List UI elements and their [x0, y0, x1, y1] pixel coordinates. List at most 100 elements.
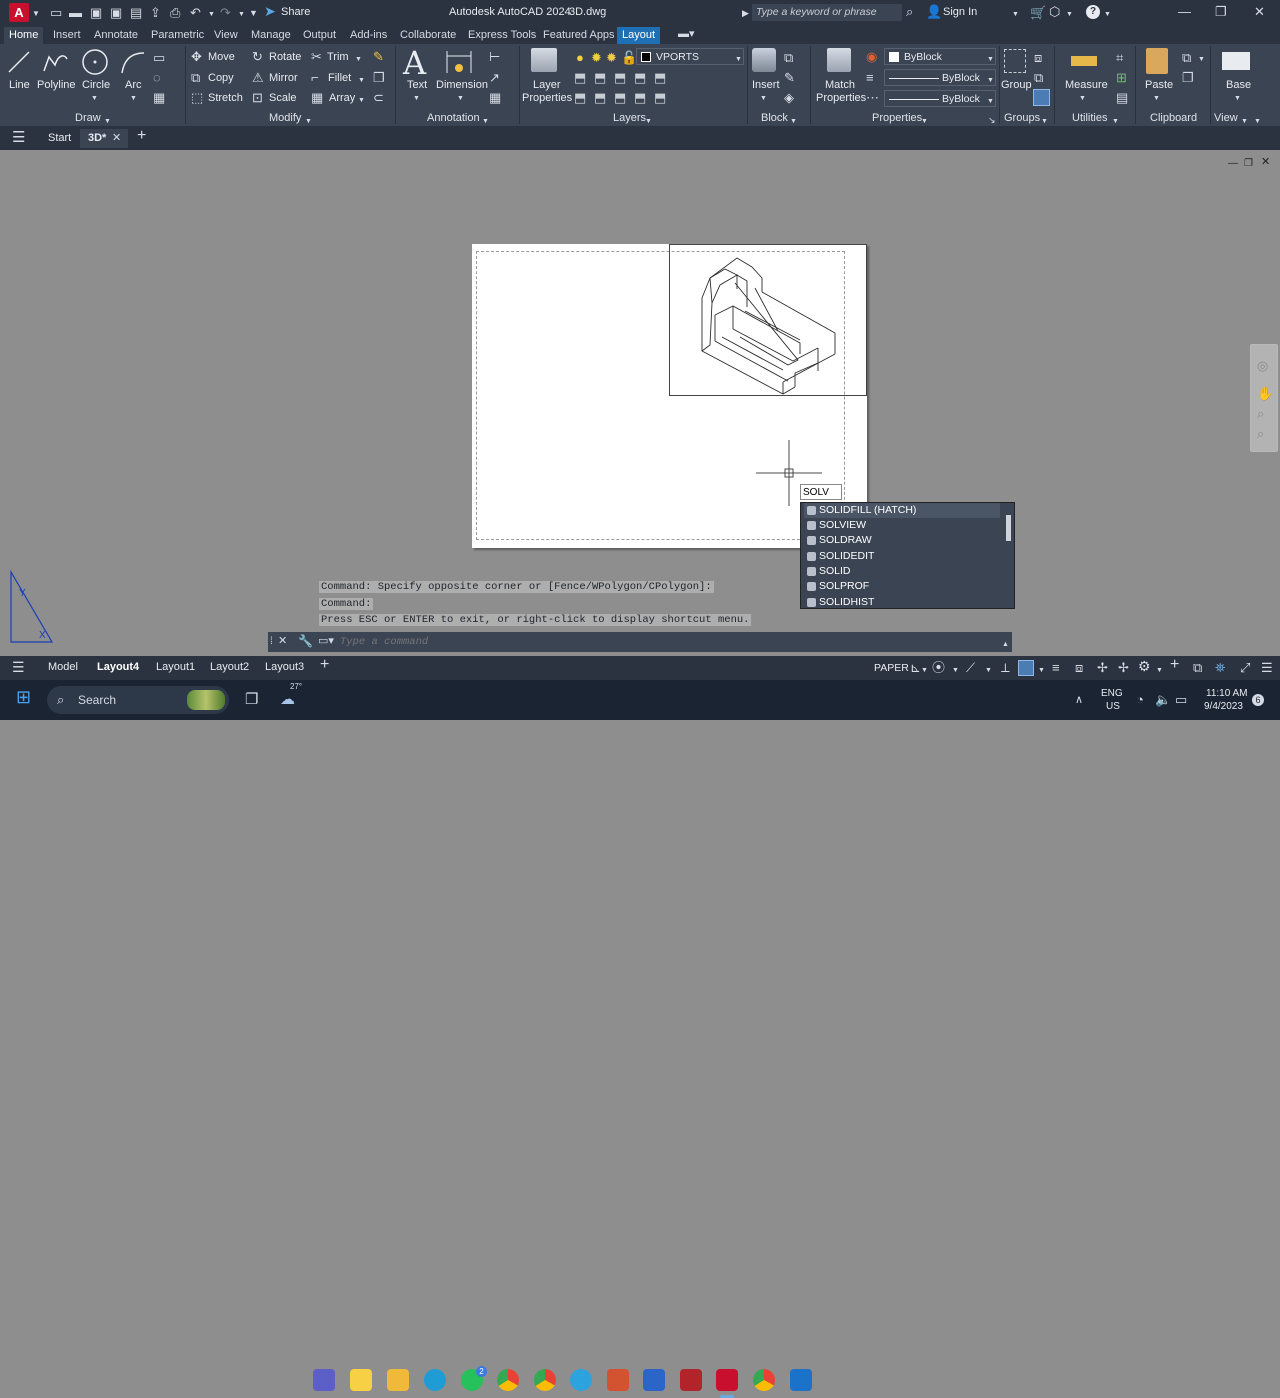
paste-button[interactable]: Paste — [1145, 79, 1173, 91]
layer-tool-9-icon[interactable]: ⬒ — [634, 91, 646, 104]
autocomplete-item[interactable]: SOLID — [804, 564, 1000, 579]
isolate-objects-icon[interactable]: ⛯ — [1215, 661, 1225, 674]
pan-icon[interactable]: ✋ — [1257, 387, 1273, 400]
search-field[interactable]: Type a keyword or phrase — [752, 4, 902, 21]
draw-group-label[interactable]: Draw — [75, 112, 101, 124]
open-file-icon[interactable]: ▬ — [69, 6, 82, 19]
layer-tool-7-icon[interactable]: ⬒ — [594, 91, 606, 104]
taskbar-search[interactable]: ⌕ Search — [47, 686, 229, 714]
file-tab-current[interactable]: 3D* ✕ — [80, 129, 128, 148]
tab-collaborate[interactable]: Collaborate — [395, 27, 461, 44]
hardware-accel-icon[interactable]: ⧉ — [1193, 661, 1202, 674]
dimension-caret-icon[interactable]: ▼ — [457, 92, 464, 105]
copy-button[interactable]: Copy — [208, 72, 234, 84]
base-caret-icon[interactable]: ▼ — [1234, 92, 1241, 105]
layer-viewport-freeze-icon[interactable]: ✹ — [606, 51, 617, 64]
qat-customize-icon[interactable]: ▼ — [249, 7, 258, 20]
tab-insert[interactable]: Insert — [48, 27, 86, 44]
rotate-icon[interactable]: ↻ — [252, 50, 263, 63]
dimension-button[interactable]: Dimension — [436, 79, 488, 91]
array-icon[interactable]: ▦ — [311, 91, 323, 104]
model-space-icon[interactable]: ⧈ — [1075, 661, 1083, 674]
copy-clip-caret-icon[interactable]: ▼ — [1198, 53, 1205, 66]
layer-tool-2-icon[interactable]: ⬒ — [594, 71, 606, 84]
layer-tool-3-icon[interactable]: ⬒ — [614, 71, 626, 84]
tab-annotate[interactable]: Annotate — [89, 27, 143, 44]
autocomplete-item[interactable]: SOLVIEW — [804, 518, 1000, 533]
rotate-button[interactable]: Rotate — [269, 51, 301, 63]
erase-icon[interactable]: ✎ — [373, 50, 384, 63]
base-button[interactable]: Base — [1226, 79, 1251, 91]
mirror-button[interactable]: Mirror — [269, 72, 298, 84]
paper-space-toggle[interactable]: PAPER — [874, 662, 909, 674]
trim-button[interactable]: Trim — [327, 51, 349, 63]
id-point-icon[interactable]: ⊞ — [1116, 71, 1127, 84]
sign-in-button[interactable]: Sign In — [943, 6, 977, 18]
paste-icon[interactable] — [1146, 48, 1168, 74]
word-icon[interactable] — [643, 1369, 665, 1391]
autodesk-app-icon[interactable]: ⬡ — [1049, 5, 1060, 18]
layer-tool-1-icon[interactable]: ⬒ — [574, 71, 586, 84]
autocomplete-item[interactable]: SOLIDFILL (HATCH) — [804, 503, 1000, 518]
table-icon[interactable]: ▦ — [489, 91, 501, 104]
arc-caret-icon[interactable]: ▼ — [130, 92, 137, 105]
properties-group-label[interactable]: Properties — [872, 112, 922, 124]
language-label-1[interactable]: ENG — [1101, 688, 1123, 699]
dynamic-input-box[interactable]: SOLV — [800, 484, 842, 500]
annotation-visibility-icon[interactable]: ✢ — [1118, 661, 1129, 674]
command-history-caret-icon[interactable]: ▲ — [1002, 638, 1009, 651]
insert-button[interactable]: Insert — [752, 79, 780, 91]
language-label-2[interactable]: US — [1106, 701, 1120, 712]
add-icon[interactable]: + — [1170, 657, 1179, 673]
orbit-icon[interactable]: ⌕ — [1257, 427, 1264, 440]
otrack-icon[interactable]: ⟂ — [1001, 661, 1010, 674]
powerpoint-icon[interactable] — [607, 1369, 629, 1391]
match-properties-icon[interactable] — [827, 48, 851, 72]
clean-screen-icon[interactable]: ⤢ — [1240, 661, 1250, 674]
close-icon[interactable]: ✕ — [1254, 5, 1265, 18]
scale-button[interactable]: Scale — [269, 92, 297, 104]
autocomplete-item[interactable]: SOLIDEDIT — [804, 549, 1000, 564]
tab-view[interactable]: View — [209, 27, 243, 44]
new-layout-icon[interactable]: + — [320, 657, 329, 673]
tab-featured-apps[interactable]: Featured Apps — [538, 27, 620, 44]
create-block-icon[interactable]: ⧉ — [784, 51, 793, 64]
autocomplete-item[interactable]: SOLPROF — [804, 579, 1000, 594]
settings-icon[interactable]: ⚙ — [1138, 659, 1151, 673]
copy-clip-icon[interactable]: ⧉ — [1182, 51, 1191, 64]
rectangle-icon[interactable]: ▭ — [153, 51, 165, 64]
linetype-dropdown[interactable]: ByBlock ▼ — [884, 69, 996, 86]
file-explorer-icon[interactable] — [387, 1369, 409, 1391]
line-tool-icon[interactable] — [6, 49, 32, 75]
ucs-icon[interactable]: Y X — [6, 568, 56, 646]
search-icon[interactable]: ⌕ — [906, 5, 913, 18]
groups-group-label[interactable]: Groups — [1004, 112, 1040, 124]
offset-icon[interactable]: ⊂ — [373, 91, 384, 104]
steering-wheel-icon[interactable]: ◎ — [1257, 359, 1268, 372]
layers-group-label[interactable]: Layers — [613, 112, 646, 124]
measure-button[interactable]: Measure — [1065, 79, 1108, 91]
clipboard-group-label[interactable]: Clipboard — [1150, 112, 1197, 124]
layer-on-icon[interactable]: ● — [576, 51, 584, 64]
measure-tool-icon[interactable] — [1071, 56, 1097, 66]
tab-express-tools[interactable]: Express Tools — [463, 27, 541, 44]
group-selection-icon[interactable] — [1033, 89, 1050, 106]
layout-menu-icon[interactable]: ☰ — [12, 660, 25, 674]
weather-icon[interactable]: ☁ — [280, 692, 295, 707]
layer-properties-label-2[interactable]: Properties — [522, 92, 572, 104]
block-attr-icon[interactable]: ◈ — [784, 91, 794, 104]
leader-icon[interactable]: ↗ — [489, 71, 500, 84]
group-edit-icon[interactable]: ⧉ — [1034, 71, 1043, 84]
stretch-button[interactable]: Stretch — [208, 92, 243, 104]
lineweight-icon[interactable]: ≡ — [866, 71, 874, 84]
clock-date[interactable]: 9/4/2023 — [1204, 701, 1243, 712]
chrome-profile-icon[interactable] — [534, 1369, 556, 1391]
wifi-icon[interactable]: ◔ — [1136, 693, 1144, 706]
array-button[interactable]: Array — [329, 92, 355, 104]
app-menu-caret-icon[interactable]: ▼ — [32, 7, 40, 20]
insert-caret-icon[interactable]: ▼ — [760, 92, 767, 105]
layout-tab-layout3[interactable]: Layout3 — [265, 661, 304, 673]
tab-parametric[interactable]: Parametric — [146, 27, 209, 44]
text-tool-icon[interactable]: A — [403, 44, 426, 82]
circle-caret-icon[interactable]: ▼ — [91, 92, 98, 105]
